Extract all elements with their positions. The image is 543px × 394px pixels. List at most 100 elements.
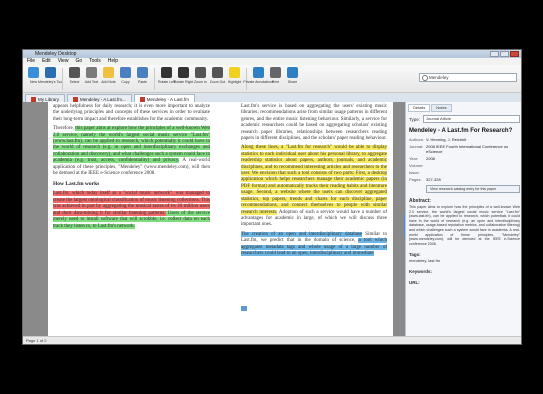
window-controls: [490, 51, 519, 57]
pdf-icon: [139, 96, 145, 102]
toolbar-icon: [270, 67, 281, 78]
toolbar-icon: [287, 67, 298, 78]
paragraph: Along these lines, a "Last.fm for resear…: [241, 145, 387, 228]
toolbar-button-label: New: [29, 80, 37, 84]
metadata-label: Journal:: [409, 144, 424, 149]
abstract-text[interactable]: This paper aims to explore how the princ…: [409, 205, 520, 246]
search-icon: [422, 75, 428, 81]
minimize-button[interactable]: [490, 51, 499, 57]
toolbar-button[interactable]: Paste: [135, 65, 150, 84]
pdf-icon: [73, 96, 79, 102]
text-run: Therefore,: [53, 126, 76, 132]
toolbar-button[interactable]: Rotate Right: [173, 65, 194, 84]
toolbar-icon: [137, 67, 148, 78]
highlighted-text[interactable]: The creation of an open and interdiscipl…: [241, 231, 363, 237]
application-window: Mendeley Desktop File Edit View Go Tools Help…: [22, 49, 522, 345]
type-row: Type: Journal Article: [409, 115, 520, 123]
metadata-value[interactable]: V. Henning, J. Reichelt: [426, 137, 520, 142]
section-heading: How Last.fm works: [53, 181, 100, 188]
paragraph: appears helpfulness for daily research; …: [53, 104, 210, 123]
menu-item[interactable]: Go: [75, 58, 82, 65]
toolbar-icon: [178, 67, 189, 78]
search-input[interactable]: Mendeley: [419, 73, 517, 82]
metadata-value[interactable]: [426, 170, 520, 175]
menu-item[interactable]: View: [58, 58, 69, 65]
toolbar-button[interactable]: Zoom In: [193, 65, 208, 84]
metadata-row: Authors: V. Henning, J. Reichelt: [409, 137, 520, 142]
abstract-heading: Abstract:: [409, 198, 431, 204]
metadata-row: Issue:: [409, 170, 520, 175]
toolbar-button-label: Add Text: [84, 80, 99, 84]
video-frame: Mendeley Desktop File Edit View Go Tools Help…: [0, 0, 543, 394]
toolbar-button-label: Rotate Right: [173, 80, 194, 84]
catalog-entry-button[interactable]: View research catalog entry for this pap…: [426, 185, 520, 193]
menu-item[interactable]: Edit: [42, 58, 51, 65]
menu-bar: File Edit View Go Tools Help: [23, 58, 521, 65]
window-title: Mendeley Desktop: [35, 51, 77, 57]
menu-item[interactable]: Help: [108, 58, 118, 65]
title-bar: Mendeley Desktop: [23, 50, 521, 58]
pdf-viewer[interactable]: appears helpfulness for daily research; …: [23, 102, 405, 338]
toolbar-icon: [195, 67, 206, 78]
toolbar-icon: [212, 67, 223, 78]
toolbar-button[interactable]: Add Note: [101, 65, 116, 84]
toolbar-button[interactable]: Mendeley's Tool: [38, 65, 63, 84]
metadata-value[interactable]: 2008 IEEE Fourth International Conferenc…: [426, 144, 520, 154]
right-column: Last.fm's service is based on aggregatin…: [241, 104, 387, 257]
paragraph: Last.fm's service is based on aggregatin…: [241, 104, 387, 142]
details-panel: Details Notes Type: Journal Article Mende…: [405, 102, 521, 338]
type-label: Type:: [409, 116, 421, 122]
details-tab[interactable]: Details: [408, 104, 431, 112]
toolbar-button[interactable]: Private Annotations: [243, 65, 274, 84]
toolbar-icon: [229, 67, 240, 78]
metadata-row: Journal: 2008 IEEE Fourth International C…: [409, 144, 520, 154]
tags-heading: Tags:: [409, 252, 421, 258]
text-run: appears helpfulness for daily research; …: [53, 104, 210, 122]
maximize-button[interactable]: [500, 51, 509, 57]
toolbar-button-label: Add Note: [101, 80, 116, 84]
metadata-label: Volume:: [409, 163, 424, 168]
toolbar-button[interactable]: Zoom Out: [210, 65, 225, 84]
metadata-row: Volume:: [409, 163, 520, 168]
toolbar-icon: [253, 67, 264, 78]
toolbar-button-label: Print: [271, 80, 280, 84]
toolbar-separator: [246, 68, 247, 90]
close-button[interactable]: [510, 51, 519, 57]
toolbar-button[interactable]: Share: [285, 65, 300, 84]
text-run: Last.fm's service is based on aggregatin…: [241, 104, 387, 142]
toolbar-separator: [62, 68, 63, 90]
toolbar-button[interactable]: Print: [268, 65, 283, 84]
metadata-value[interactable]: 2008: [426, 156, 520, 161]
sticky-note-icon[interactable]: [241, 306, 247, 311]
left-column: appears helpfulness for daily research; …: [53, 104, 210, 230]
metadata-row: Year: 2008: [409, 156, 520, 161]
toolbar-button[interactable]: Highlight: [227, 65, 242, 84]
search-value: Mendeley: [429, 75, 449, 80]
main-area: appears helpfulness for daily research; …: [23, 102, 521, 338]
toolbar-icon: [45, 67, 56, 78]
toolbar-button[interactable]: Copy: [118, 65, 133, 84]
document-title[interactable]: Mendeley - A Last.fm For Research?: [409, 128, 520, 135]
metadata-row: Pages: 327-328: [409, 177, 520, 182]
metadata-value[interactable]: [426, 163, 520, 168]
pdf-page: appears helpfulness for daily research; …: [48, 102, 393, 338]
toolbar-button-label: Rotate Left: [157, 80, 176, 84]
menu-item[interactable]: File: [27, 58, 35, 65]
details-tabs: Details Notes: [406, 102, 521, 112]
tags-field[interactable]: mendeley, last.fm: [409, 258, 520, 263]
metadata-fields: Authors: V. Henning, J. Reichelt Journal: 2…: [406, 137, 521, 182]
toolbar-icon: [161, 67, 172, 78]
paragraph: Therefore, this paper aims at explore ho…: [53, 126, 210, 177]
menu-item[interactable]: Tools: [89, 58, 101, 65]
highlighted-text[interactable]: Along these lines, a "Last.fm for resear…: [241, 145, 387, 215]
metadata-label: Issue:: [409, 170, 420, 175]
metadata-label: Pages:: [409, 177, 422, 182]
toolbar-button[interactable]: Add Text: [84, 65, 99, 84]
toolbar-button[interactable]: Rotate Left: [157, 65, 176, 84]
toolbar-button[interactable]: Select: [67, 65, 82, 84]
toolbar-button-label: Zoom Out: [209, 80, 226, 84]
metadata-value[interactable]: 327-328: [426, 177, 520, 182]
type-select[interactable]: Journal Article: [423, 115, 520, 123]
toolbar: New Mendeley's Tool Select Add Text Add Note…: [23, 65, 521, 93]
details-tab[interactable]: Notes: [431, 104, 452, 112]
